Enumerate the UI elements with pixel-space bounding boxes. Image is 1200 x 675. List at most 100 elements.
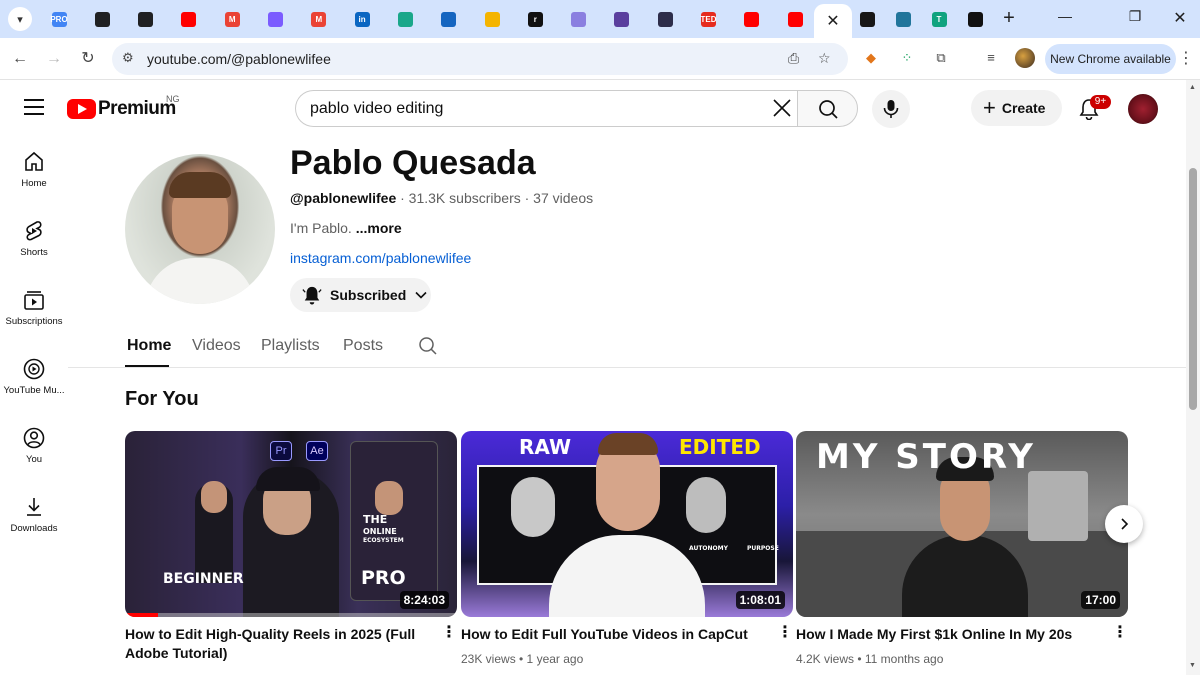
browser-tab[interactable] [956, 6, 994, 32]
video-card[interactable]: MY STORY 17:00 How I Made My First $1k O… [796, 431, 1128, 666]
tab-posts[interactable]: Posts [343, 337, 383, 355]
menu-icon[interactable] [24, 99, 44, 115]
minimize-button[interactable]: — [1050, 8, 1080, 24]
site-info-icon[interactable]: ⚙ [122, 50, 134, 66]
forward-button[interactable]: → [44, 49, 64, 69]
browser-tab[interactable] [83, 6, 121, 32]
browser-tab[interactable] [473, 6, 511, 32]
channel-search-icon[interactable] [418, 336, 438, 356]
bookmark-star-icon[interactable]: ☆ [818, 50, 831, 67]
guide-item-downloads[interactable]: Downloads [0, 481, 68, 541]
browser-tab[interactable] [646, 6, 684, 32]
address-url: youtube.com/@pablonewlifee [147, 51, 331, 67]
video-duration: 17:00 [1081, 591, 1120, 609]
browser-tab[interactable] [430, 6, 468, 32]
browser-tab[interactable] [848, 6, 886, 32]
youtube-music-icon [23, 358, 45, 380]
browser-tab[interactable] [560, 6, 598, 32]
browser-tab[interactable] [170, 6, 208, 32]
chrome-update-button[interactable]: New Chrome available [1045, 44, 1176, 74]
channel-external-link[interactable]: instagram.com/pablonewlifee [290, 250, 471, 266]
chevron-down-icon [415, 291, 427, 299]
clear-search-icon[interactable] [770, 96, 794, 120]
browser-tab[interactable] [733, 6, 771, 32]
browser-tab[interactable] [127, 6, 165, 32]
profile-avatar[interactable] [1015, 48, 1035, 68]
video-menu-icon[interactable]: ⋮ [777, 625, 793, 641]
delta-icon [614, 11, 630, 27]
tab-home[interactable]: Home [127, 337, 171, 355]
window-close-button[interactable]: ✕ [1165, 8, 1195, 28]
restore-button[interactable]: ❐ [1120, 8, 1150, 25]
scroll-down-icon[interactable]: ▼ [1189, 662, 1196, 669]
browser-tab[interactable]: TED [690, 6, 728, 32]
install-app-icon[interactable]: ⎙ [788, 50, 799, 67]
guide-item-shorts[interactable]: Shorts [0, 205, 68, 265]
shelf-next-button[interactable] [1105, 505, 1143, 543]
address-bar[interactable]: ⚙ youtube.com/@pablonewlifee ⎙ ☆ [112, 43, 848, 75]
reading-list-icon[interactable]: ≡ [982, 49, 1000, 67]
premiere-pro-icon: Pr [270, 441, 292, 461]
back-button[interactable]: ← [10, 49, 30, 69]
guide-item-home[interactable]: Home [0, 136, 68, 196]
tab-videos[interactable]: Videos [192, 337, 241, 355]
country-code: NG [166, 94, 180, 104]
guide-item-subscriptions[interactable]: Subscriptions [0, 274, 68, 334]
chevron-down-icon: ▾ [17, 13, 23, 26]
channel-handle: @pablonewlifee [290, 190, 397, 206]
browser-tab[interactable] [776, 6, 814, 32]
video-title[interactable]: How to Edit High-Quality Reels in 2025 (… [125, 625, 425, 663]
scroll-up-icon[interactable]: ▲ [1189, 84, 1196, 91]
extensions-puzzle-icon[interactable]: ⧉ [932, 49, 950, 67]
subscriptions-icon [24, 291, 44, 310]
voice-search-button[interactable] [872, 90, 910, 128]
browser-tab-active[interactable]: ✕ [814, 4, 852, 38]
tab-search-button[interactable]: ▾ [8, 7, 32, 31]
video-meta: 23K views • 1 year ago [461, 652, 584, 666]
page-scrollbar-thumb[interactable] [1189, 168, 1197, 410]
metamask-icon[interactable]: ◆ [862, 49, 880, 67]
close-tab-icon[interactable]: ✕ [826, 11, 839, 31]
video-menu-icon[interactable]: ⋮ [441, 625, 457, 641]
youtube-icon [744, 11, 760, 27]
search-input[interactable]: pablo video editing [295, 90, 798, 127]
subscribed-button[interactable]: Subscribed [290, 278, 431, 312]
channel-description[interactable]: I'm Pablo. ...more [290, 220, 402, 236]
browser-tab[interactable] [884, 6, 922, 32]
browser-tab[interactable]: T [920, 6, 958, 32]
ted-icon: TED [701, 11, 717, 27]
video-title[interactable]: How I Made My First $1k Online In My 20s [796, 625, 1096, 644]
browser-tab[interactable] [386, 6, 424, 32]
guide-item-youtube-music[interactable]: YouTube Mu... [0, 343, 68, 403]
youtube-premium-logo[interactable]: Premium [98, 98, 176, 120]
chrome-menu-icon[interactable]: ⋮ [1178, 48, 1194, 68]
browser-tab[interactable]: PRO [40, 6, 78, 32]
video-thumbnail[interactable]: Pr Ae BEGINNER PRO THE ONLINE ECOSYSTEM … [125, 431, 457, 617]
browser-tab[interactable] [603, 6, 641, 32]
youtube-logo-icon[interactable] [67, 99, 96, 119]
video-thumbnail[interactable]: MY STORY 17:00 [796, 431, 1128, 617]
video-duration: 8:24:03 [399, 591, 449, 609]
video-card[interactable]: RAW EDITED AUTONOMY PURPOSE 1:08:01 How … [461, 431, 793, 666]
account-avatar[interactable] [1128, 94, 1158, 124]
extension-dots-icon[interactable]: ⁘ [898, 49, 916, 67]
new-tab-button[interactable]: + [998, 8, 1020, 30]
video-menu-icon[interactable]: ⋮ [1112, 625, 1128, 641]
create-button[interactable]: + Create [971, 90, 1062, 126]
more-link[interactable]: ...more [356, 220, 402, 236]
reload-button[interactable]: ↻ [78, 49, 98, 69]
browser-tab[interactable] [257, 6, 295, 32]
create-label: Create [1001, 100, 1046, 116]
thumb-label: PRO [361, 567, 406, 589]
video-card[interactable]: Pr Ae BEGINNER PRO THE ONLINE ECOSYSTEM … [125, 431, 457, 661]
chatgpt-icon [138, 11, 154, 27]
browser-tab[interactable]: r [516, 6, 554, 32]
browser-tab[interactable]: M [300, 6, 338, 32]
video-title[interactable]: How to Edit Full YouTube Videos in CapCu… [461, 625, 761, 644]
search-button[interactable] [797, 90, 858, 127]
video-thumbnail[interactable]: RAW EDITED AUTONOMY PURPOSE 1:08:01 [461, 431, 793, 617]
browser-tab[interactable]: M [213, 6, 251, 32]
tab-playlists[interactable]: Playlists [261, 337, 320, 355]
guide-item-you[interactable]: You [0, 412, 68, 472]
browser-tab[interactable]: in [343, 6, 381, 32]
